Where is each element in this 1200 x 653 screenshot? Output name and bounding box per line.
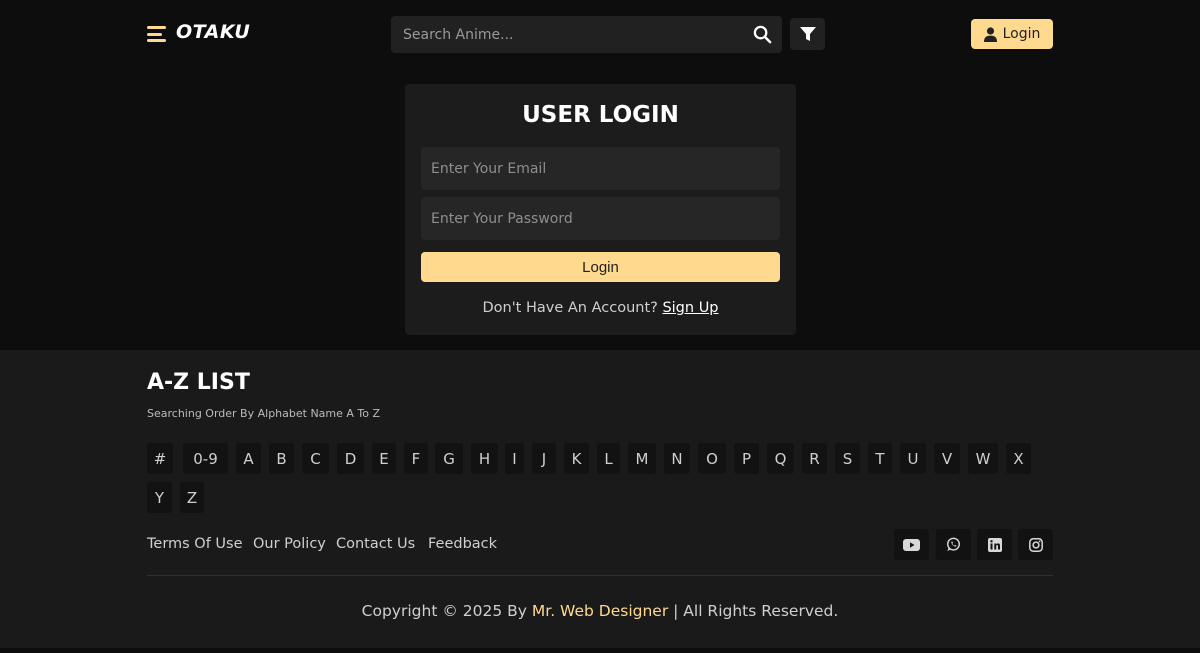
header-login-label: Login <box>1002 26 1041 42</box>
az-letter[interactable]: P <box>734 443 759 474</box>
youtube-icon <box>903 538 920 551</box>
instagram-icon <box>1028 537 1043 552</box>
az-letter[interactable]: Q <box>767 443 794 474</box>
copyright: Copyright © 2025 By Mr. Web Designer | A… <box>0 602 1200 620</box>
signup-link[interactable]: Sign Up <box>662 300 718 316</box>
email-field[interactable] <box>421 147 780 190</box>
whatsapp-icon <box>946 537 961 552</box>
az-list-title: A-Z LIST <box>147 370 250 395</box>
signup-line: Don't Have An Account? Sign Up <box>405 300 796 316</box>
login-submit-button[interactable]: Login <box>421 252 780 282</box>
linkedin-button[interactable] <box>977 529 1012 560</box>
az-letter[interactable]: V <box>934 443 960 474</box>
az-letter[interactable]: Y <box>147 482 172 513</box>
signup-prompt: Don't Have An Account? <box>482 300 658 316</box>
policy-link[interactable]: Our Policy <box>253 536 326 552</box>
az-letter[interactable]: L <box>597 443 620 474</box>
az-letter[interactable]: 0-9 <box>183 443 228 474</box>
search-input[interactable] <box>391 16 741 53</box>
header: OTAKU Login <box>0 0 1200 70</box>
az-letter[interactable]: M <box>628 443 656 474</box>
az-letter[interactable]: # <box>147 443 173 474</box>
youtube-button[interactable] <box>894 529 929 560</box>
menu-icon[interactable] <box>147 26 166 42</box>
az-letter[interactable]: T <box>868 443 892 474</box>
az-letter[interactable]: U <box>900 443 926 474</box>
filter-icon <box>799 26 816 41</box>
az-letter[interactable]: Z <box>180 482 204 513</box>
az-letter[interactable]: I <box>505 443 524 474</box>
az-letter[interactable]: R <box>802 443 827 474</box>
az-letter[interactable]: X <box>1006 443 1031 474</box>
instagram-button[interactable] <box>1018 529 1053 560</box>
copyright-brand[interactable]: Mr. Web Designer <box>532 602 668 620</box>
filter-button[interactable] <box>790 18 825 50</box>
contact-link[interactable]: Contact Us <box>336 536 415 552</box>
az-letter[interactable]: S <box>835 443 860 474</box>
az-letter[interactable]: J <box>532 443 556 474</box>
whatsapp-button[interactable] <box>936 529 971 560</box>
user-icon <box>983 26 997 42</box>
footer: A-Z LIST Searching Order By Alphabet Nam… <box>0 350 1200 653</box>
terms-link[interactable]: Terms Of Use <box>147 536 243 552</box>
az-letter[interactable]: F <box>404 443 428 474</box>
az-letter[interactable]: E <box>372 443 396 474</box>
feedback-link[interactable]: Feedback <box>428 536 497 552</box>
az-letter[interactable]: B <box>269 443 294 474</box>
az-letter[interactable]: H <box>471 443 498 474</box>
az-letter[interactable]: C <box>302 443 329 474</box>
login-card: USER LOGIN Login Don't Have An Account? … <box>405 84 796 335</box>
copyright-prefix: Copyright © 2025 By <box>361 602 527 620</box>
login-title: USER LOGIN <box>522 102 679 128</box>
az-letter[interactable]: W <box>968 443 998 474</box>
search-icon[interactable] <box>753 25 772 44</box>
az-letter[interactable]: O <box>698 443 726 474</box>
logo[interactable]: OTAKU <box>176 21 250 43</box>
search-box <box>391 16 782 53</box>
az-letter[interactable]: N <box>664 443 690 474</box>
az-letter[interactable]: D <box>337 443 364 474</box>
copyright-suffix: | All Rights Reserved. <box>673 602 839 620</box>
az-letter[interactable]: K <box>564 443 589 474</box>
az-letter[interactable]: A <box>236 443 261 474</box>
az-letter[interactable]: G <box>435 443 463 474</box>
password-field[interactable] <box>421 197 780 240</box>
header-login-button[interactable]: Login <box>971 19 1053 49</box>
linkedin-icon <box>987 537 1002 552</box>
az-list-subtitle: Searching Order By Alphabet Name A To Z <box>147 407 381 420</box>
footer-divider <box>147 575 1053 576</box>
bottom-edge <box>0 648 1200 653</box>
